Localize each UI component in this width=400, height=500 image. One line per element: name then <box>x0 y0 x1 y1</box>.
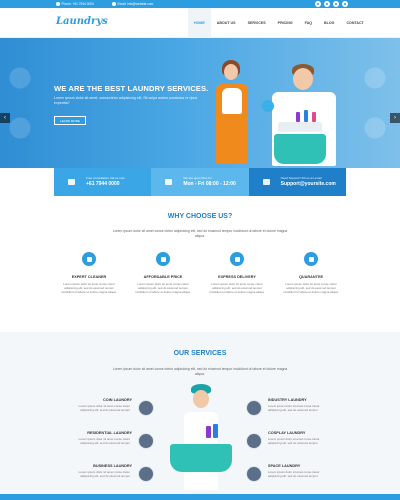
feature-title: QUARANTEE <box>298 275 324 279</box>
features-list: EXPERT CLEANER Lorem ipsum dolor sit ame… <box>60 252 340 295</box>
service-text: Lorem ipsum dolor sit amet conse ctetur … <box>268 437 320 445</box>
phone-icon <box>56 2 60 6</box>
feature-title: EXPERT CLEANER <box>71 275 107 279</box>
nav-faq[interactable]: FAQ <box>299 8 318 38</box>
feature-guarantee: QUARANTEE Lorem ipsum dolor sit amet con… <box>282 252 340 295</box>
nav-blog[interactable]: BLOG <box>318 8 340 38</box>
learn-more-button[interactable]: LEARN MORE <box>54 116 86 125</box>
mail-icon <box>112 2 116 6</box>
service-text: Lorem ipsum dolor sit amet conse ctetur … <box>268 470 320 478</box>
service-name: RESIDENTIAL LAUNDRY <box>87 431 132 435</box>
why-choose-us-title: WHY CHOOSE US? <box>167 213 233 220</box>
service-space-laundry[interactable]: SPACE LAUNDRY Lorem ipsum dolor sit amet… <box>268 464 328 478</box>
hero-man-image <box>248 56 348 168</box>
diamond-icon <box>304 252 318 266</box>
info-label: Free consultation call us now <box>86 176 125 180</box>
service-name: COIN LAUNDRY <box>103 398 132 402</box>
service-thumbnail <box>246 466 262 482</box>
service-name: COSPLAY LAUNDRY <box>268 431 306 435</box>
service-text: Lorem ipsum dolor sit amet conse ctetur … <box>78 404 130 412</box>
service-name: INDUSTRY LAUNDRY <box>268 398 307 402</box>
glove-icon <box>262 100 274 112</box>
info-label: Need Support? Fill us an email <box>280 176 322 180</box>
linkedin-icon[interactable] <box>342 1 348 7</box>
google-plus-icon[interactable] <box>333 1 339 7</box>
service-business-laundry[interactable]: BUSINESS LAUNDRY Lorem ipsum dolor sit a… <box>72 464 132 478</box>
topbar-email[interactable]: Email: info@website.com <box>112 2 153 6</box>
header: Laundrys HOME ABOUT US SERVICES PRICING … <box>0 8 400 38</box>
feature-title: EXPRESS DELIVERY <box>218 275 256 279</box>
mail-icon <box>262 179 270 185</box>
phone-icon <box>68 179 75 185</box>
services-woman-image <box>170 384 232 494</box>
our-services-title: OUR SERVICES <box>173 350 227 357</box>
service-industry-laundry[interactable]: INDUSTRY LAUNDRY Lorem ipsum dolor sit a… <box>268 398 328 412</box>
info-box-email[interactable]: Need Support? Fill us an email Support@y… <box>248 168 346 196</box>
nav-pricing[interactable]: PRICING <box>272 8 299 38</box>
our-services-subtitle: Lorem ipsum dolor sit amet conse ctetur … <box>112 367 288 376</box>
service-coin-laundry[interactable]: COIN LAUNDRY Lorem ipsum dolor sit amet … <box>72 398 132 412</box>
hero-text: Lorem ipsum dolor sit amet, consectetur … <box>54 96 198 105</box>
tag-icon <box>156 252 170 266</box>
laundry-basket-icon <box>170 444 232 472</box>
service-text: Lorem ipsum dolor sit amet conse ctetur … <box>78 437 130 445</box>
feature-title: AFFORDABLE PRICE <box>143 275 183 279</box>
feature-text: Lorem ipsum dolor sit amet conse ctetur … <box>209 282 265 295</box>
info-value: Support@yoursite.com <box>280 181 336 187</box>
logo[interactable]: Laundrys <box>56 16 108 27</box>
info-box-hours: We are open Mon-Fri Mon - Fri 08:00 - 12… <box>151 168 249 196</box>
social-links <box>315 1 348 7</box>
feature-text: Lorem ipsum dolor sit amet conse ctetur … <box>283 282 339 295</box>
info-value: Mon - Fri 08:00 - 12:00 <box>183 181 236 187</box>
topbar-email-text: Email: info@website.com <box>117 2 154 6</box>
service-residential-laundry[interactable]: RESIDENTIAL LAUNDRY Lorem ipsum dolor si… <box>72 431 132 445</box>
lightning-icon <box>82 252 96 266</box>
twitter-icon[interactable] <box>324 1 330 7</box>
nav-services[interactable]: SERVICES <box>242 8 272 38</box>
main-nav: HOME ABOUT US SERVICES PRICING FAQ BLOG … <box>188 8 370 38</box>
nav-contact[interactable]: CONTACT <box>340 8 369 38</box>
service-name: BUSINESS LAUNDRY <box>93 464 132 468</box>
hero-woman-image <box>212 58 252 168</box>
service-thumbnail <box>246 400 262 416</box>
service-thumbnail <box>138 400 154 416</box>
truck-icon <box>230 252 244 266</box>
topbar-phone-text: Phone: +61 7944 0000 <box>61 2 94 6</box>
topbar-phone: Phone: +61 7944 0000 <box>56 2 94 6</box>
clock-icon <box>165 179 173 185</box>
slider-prev-button[interactable]: ‹ <box>0 113 10 123</box>
nav-about-us[interactable]: ABOUT US <box>211 8 242 38</box>
info-label: We are open Mon-Fri <box>183 176 212 180</box>
slider-next-button[interactable]: › <box>390 113 400 123</box>
feature-express-delivery: EXPRESS DELIVERY Lorem ipsum dolor sit a… <box>208 252 266 295</box>
service-thumbnail <box>138 433 154 449</box>
feature-affordable-price: AFFORDABLE PRICE Lorem ipsum dolor sit a… <box>134 252 192 295</box>
service-text: Lorem ipsum dolor sit amet conse ctetur … <box>268 404 320 412</box>
service-name: SPACE LAUNDRY <box>268 464 301 468</box>
info-value: +61 7944 0000 <box>86 181 120 187</box>
service-text: Lorem ipsum dolor sit amet conse ctetur … <box>78 470 130 478</box>
page: Phone: +61 7944 0000 Email: info@website… <box>0 0 400 500</box>
hero-slider: ‹ › WE ARE THE BEST LAUNDRY SERVICES. Lo… <box>0 38 400 168</box>
info-box-phone: Free consultation call us now +61 7944 0… <box>54 168 152 196</box>
laundry-basket-icon <box>274 134 326 164</box>
hero-heading: WE ARE THE BEST LAUNDRY SERVICES. <box>54 84 209 93</box>
info-strip: Free consultation call us now +61 7944 0… <box>54 168 346 196</box>
nav-home[interactable]: HOME <box>188 8 211 38</box>
facebook-icon[interactable] <box>315 1 321 7</box>
why-choose-us-subtitle: Lorem ipsum dolor sit amet conse ctetur … <box>112 229 288 238</box>
service-thumbnail <box>138 466 154 482</box>
service-cosplay-laundry[interactable]: COSPLAY LAUNDRY Lorem ipsum dolor sit am… <box>268 431 328 445</box>
feature-text: Lorem ipsum dolor sit amet conse ctetur … <box>61 282 117 295</box>
bottom-strip <box>0 494 400 500</box>
feature-expert-cleaner: EXPERT CLEANER Lorem ipsum dolor sit ame… <box>60 252 118 295</box>
feature-text: Lorem ipsum dolor sit amet conse ctetur … <box>135 282 191 295</box>
service-thumbnail <box>246 433 262 449</box>
top-bar: Phone: +61 7944 0000 Email: info@website… <box>0 0 400 8</box>
